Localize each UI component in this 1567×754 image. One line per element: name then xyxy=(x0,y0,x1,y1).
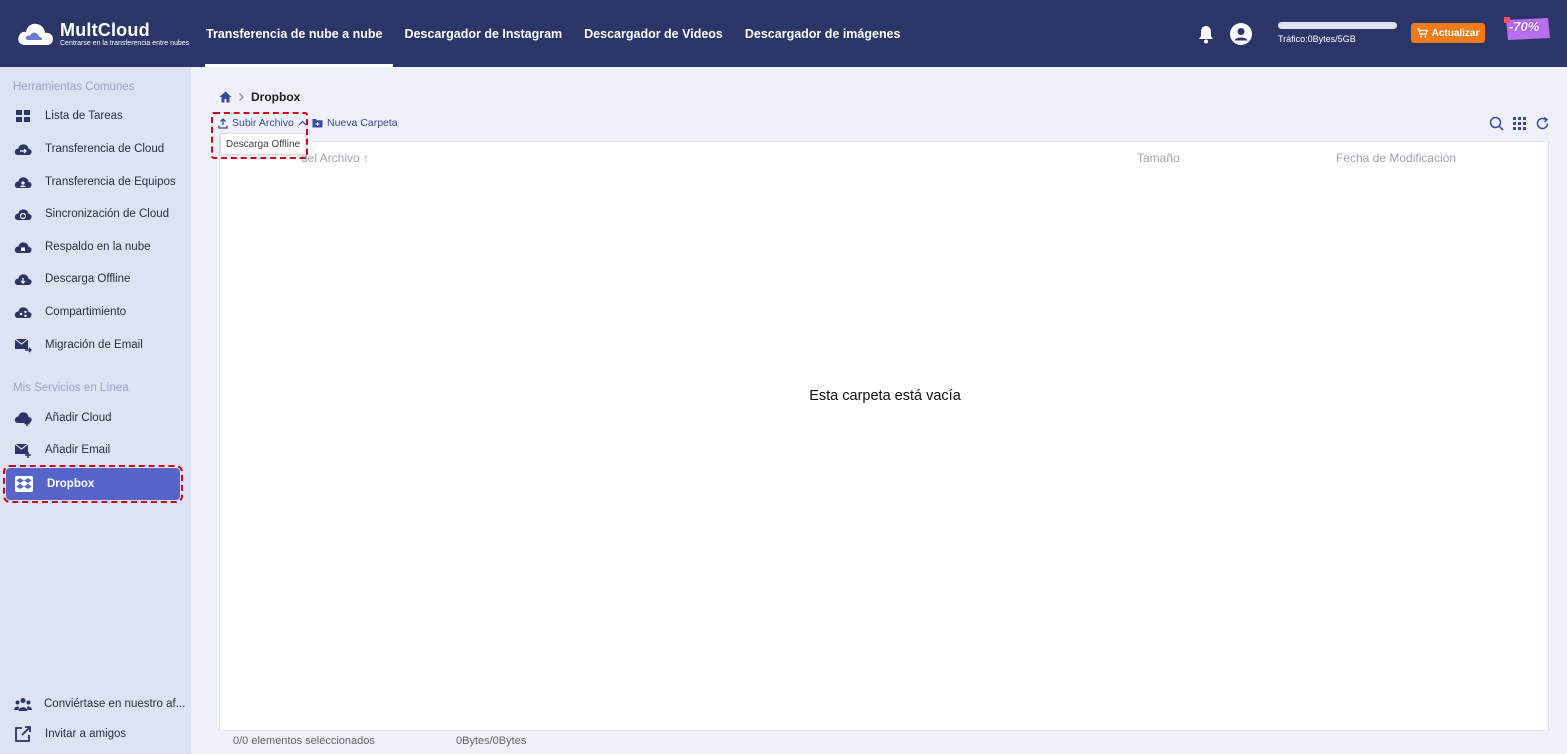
selection-status: 0/0 elementos seleccionados xyxy=(233,735,375,747)
column-header-size[interactable]: Tamaño xyxy=(1137,151,1180,165)
sort-up-icon: ↑ xyxy=(363,151,370,165)
brand-tagline: Centrarse en la transferencia entre nube… xyxy=(60,40,190,47)
team-transfer-icon xyxy=(14,177,32,188)
traffic-text: Tráfico:0Bytes/5GB xyxy=(1278,34,1356,44)
search-icon[interactable] xyxy=(1489,116,1504,131)
email-migration-icon xyxy=(14,338,32,353)
tab-video-downloader[interactable]: Descargador de Videos xyxy=(573,0,734,67)
cloud-transfer-icon xyxy=(14,144,32,155)
grid-icon xyxy=(16,110,30,122)
breadcrumb-current: Dropbox xyxy=(251,90,301,104)
sidebar-item-add-cloud[interactable]: Añadir Cloud xyxy=(0,402,191,434)
brand-name: MultCloud xyxy=(60,20,150,40)
sidebar-item-email-migration[interactable]: Migración de Email xyxy=(0,329,191,361)
sidebar-item-add-email[interactable]: Añadir Email xyxy=(0,434,191,466)
column-header-name[interactable]: del Archivo ↑ xyxy=(301,151,369,165)
offline-download-icon xyxy=(14,274,32,285)
sidebar-item-label: Conviértase en nuestro af... xyxy=(44,698,186,710)
sidebar-item-affiliate[interactable]: Conviértase en nuestro af... xyxy=(0,688,191,720)
sidebar-item-invite-friends[interactable]: Invitar a amigos xyxy=(0,718,191,750)
user-avatar-icon[interactable] xyxy=(1230,23,1252,45)
top-nav: Transferencia de nube a nube Descargador… xyxy=(195,0,912,67)
sidebar-item-share[interactable]: Compartimiento xyxy=(0,296,191,328)
tab-cloud-to-cloud[interactable]: Transferencia de nube a nube xyxy=(195,0,394,67)
sidebar-item-task-list[interactable]: Lista de Tareas xyxy=(0,100,191,132)
sidebar-item-cloud-backup[interactable]: Respaldo en la nube xyxy=(0,231,191,263)
sidebar-item-cloud-transfer[interactable]: Transferencia de Cloud xyxy=(0,133,191,165)
sidebar-item-label: Lista de Tareas xyxy=(45,110,123,122)
sidebar-item-label: Transferencia de Cloud xyxy=(45,143,165,155)
upgrade-label: Actualizar xyxy=(1431,27,1480,39)
sidebar-item-cloud-sync[interactable]: Sincronización de Cloud xyxy=(0,198,191,230)
sidebar-item-label: Invitar a amigos xyxy=(45,728,127,740)
affiliate-icon xyxy=(14,698,32,711)
traffic-progress-bar xyxy=(1278,22,1397,29)
add-cloud-icon xyxy=(14,412,32,426)
tab-label: Descargador de imágenes xyxy=(744,26,901,41)
cloud-sync-icon xyxy=(14,209,32,220)
column-header-date[interactable]: Fecha de Modificación xyxy=(1336,151,1456,165)
sidebar-item-dropbox[interactable]: Dropbox xyxy=(3,465,183,503)
sidebar-item-label: Añadir Cloud xyxy=(45,412,112,424)
upgrade-button[interactable]: Actualizar xyxy=(1411,23,1485,43)
sidebar-item-label: Descarga Offline xyxy=(45,273,131,285)
column-header-name-label: del Archivo xyxy=(301,151,360,165)
tab-label: Descargador de Instagram xyxy=(404,26,563,41)
grid-view-icon[interactable] xyxy=(1512,116,1527,131)
breadcrumb: Dropbox xyxy=(219,89,300,105)
dropbox-icon xyxy=(15,476,33,492)
top-header: MultCloud Centrarse en la transferencia … xyxy=(0,0,1567,67)
sidebar-item-label: Compartimiento xyxy=(45,306,127,318)
sidebar-item-label: Migración de Email xyxy=(45,339,143,351)
sidebar-item-label: Sincronización de Cloud xyxy=(45,208,170,220)
tab-label: Descargador de Videos xyxy=(584,26,723,41)
section-online-services: Mis Servicios en Línea xyxy=(13,382,129,394)
sidebar: Herramientas Comunes Lista de Tareas Tra… xyxy=(0,67,191,754)
tab-instagram-downloader[interactable]: Descargador de Instagram xyxy=(393,0,573,67)
section-common-tools: Herramientas Comunes xyxy=(13,81,135,93)
chevron-right-icon xyxy=(239,93,244,101)
sidebar-item-label: Añadir Email xyxy=(45,444,111,456)
cloud-logo-icon xyxy=(18,23,53,45)
file-list-panel: del Archivo ↑ Tamaño Fecha de Modificaci… xyxy=(219,141,1549,731)
invite-icon xyxy=(15,726,31,742)
tab-image-downloader[interactable]: Descargador de imágenes xyxy=(734,0,912,67)
sidebar-item-label: Respaldo en la nube xyxy=(45,241,151,253)
cloud-backup-icon xyxy=(14,242,32,253)
new-folder-icon xyxy=(312,119,323,128)
size-status: 0Bytes/0Bytes xyxy=(456,735,527,747)
discount-label: -70% xyxy=(1509,19,1540,34)
home-icon[interactable] xyxy=(219,91,232,103)
sidebar-item-offline-download[interactable]: Descarga Offline xyxy=(0,263,191,295)
share-icon xyxy=(14,307,32,318)
new-folder-button[interactable]: Nueva Carpeta xyxy=(312,115,398,131)
bell-icon[interactable] xyxy=(1196,24,1216,44)
sidebar-item-label: Dropbox xyxy=(47,478,95,490)
cart-icon xyxy=(1416,28,1428,38)
empty-folder-message: Esta carpeta está vacía xyxy=(809,388,961,404)
view-tools xyxy=(1489,116,1550,131)
add-email-icon xyxy=(14,443,31,458)
brand-logo[interactable]: MultCloud Centrarse en la transferencia … xyxy=(16,18,196,50)
sidebar-item-label: Transferencia de Equipos xyxy=(45,176,176,188)
upload-dropdown-offline-download[interactable]: Descarga Offline xyxy=(220,133,306,155)
new-folder-label: Nueva Carpeta xyxy=(327,117,398,129)
tab-label: Transferencia de nube a nube xyxy=(206,26,383,41)
sidebar-item-team-transfer[interactable]: Transferencia de Equipos xyxy=(0,166,191,198)
refresh-icon[interactable] xyxy=(1535,116,1550,131)
